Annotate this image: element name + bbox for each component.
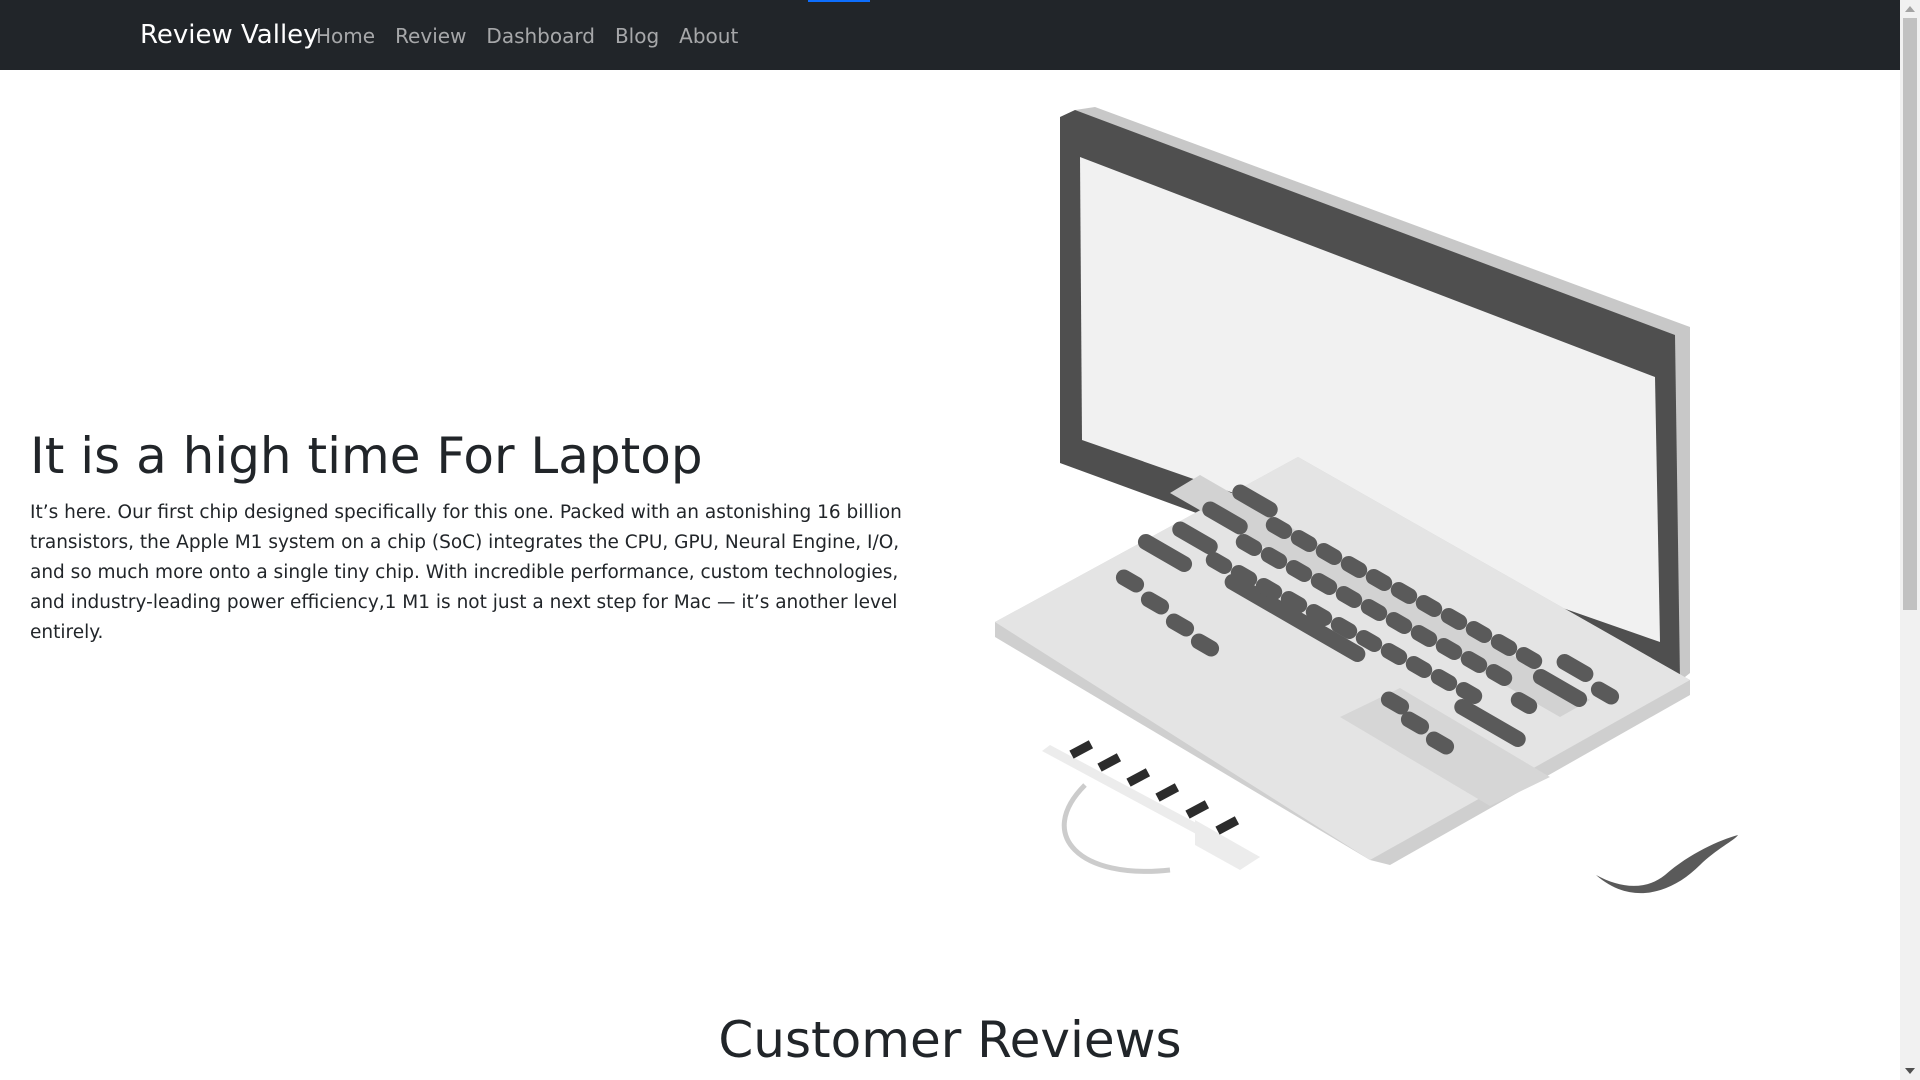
nav-link-blog[interactable]: Blog (615, 24, 659, 48)
navbar: Review Valley Home Review Dashboard Blog… (0, 0, 1900, 70)
hero-title: It is a high time For Laptop (30, 427, 703, 485)
nav-link-home[interactable]: Home (316, 24, 375, 48)
nav-accent-bar (808, 0, 870, 2)
scroll-up-arrow-icon[interactable] (1905, 6, 1915, 12)
nav-links: Home Review Dashboard Blog About (316, 24, 738, 48)
page-scrollbar[interactable] (1900, 0, 1920, 1080)
scroll-down-arrow-icon[interactable] (1905, 1068, 1915, 1074)
nav-link-review[interactable]: Review (395, 24, 466, 48)
brand-link[interactable]: Review Valley (140, 19, 319, 51)
nav-link-dashboard[interactable]: Dashboard (486, 24, 595, 48)
customer-reviews-title: Customer Reviews (718, 1011, 1182, 1069)
scrollbar-thumb[interactable] (1903, 18, 1917, 610)
hero-description: It’s here. Our first chip designed speci… (30, 502, 902, 643)
nav-link-about[interactable]: About (679, 24, 738, 48)
laptop-illustration-icon (995, 107, 1738, 894)
